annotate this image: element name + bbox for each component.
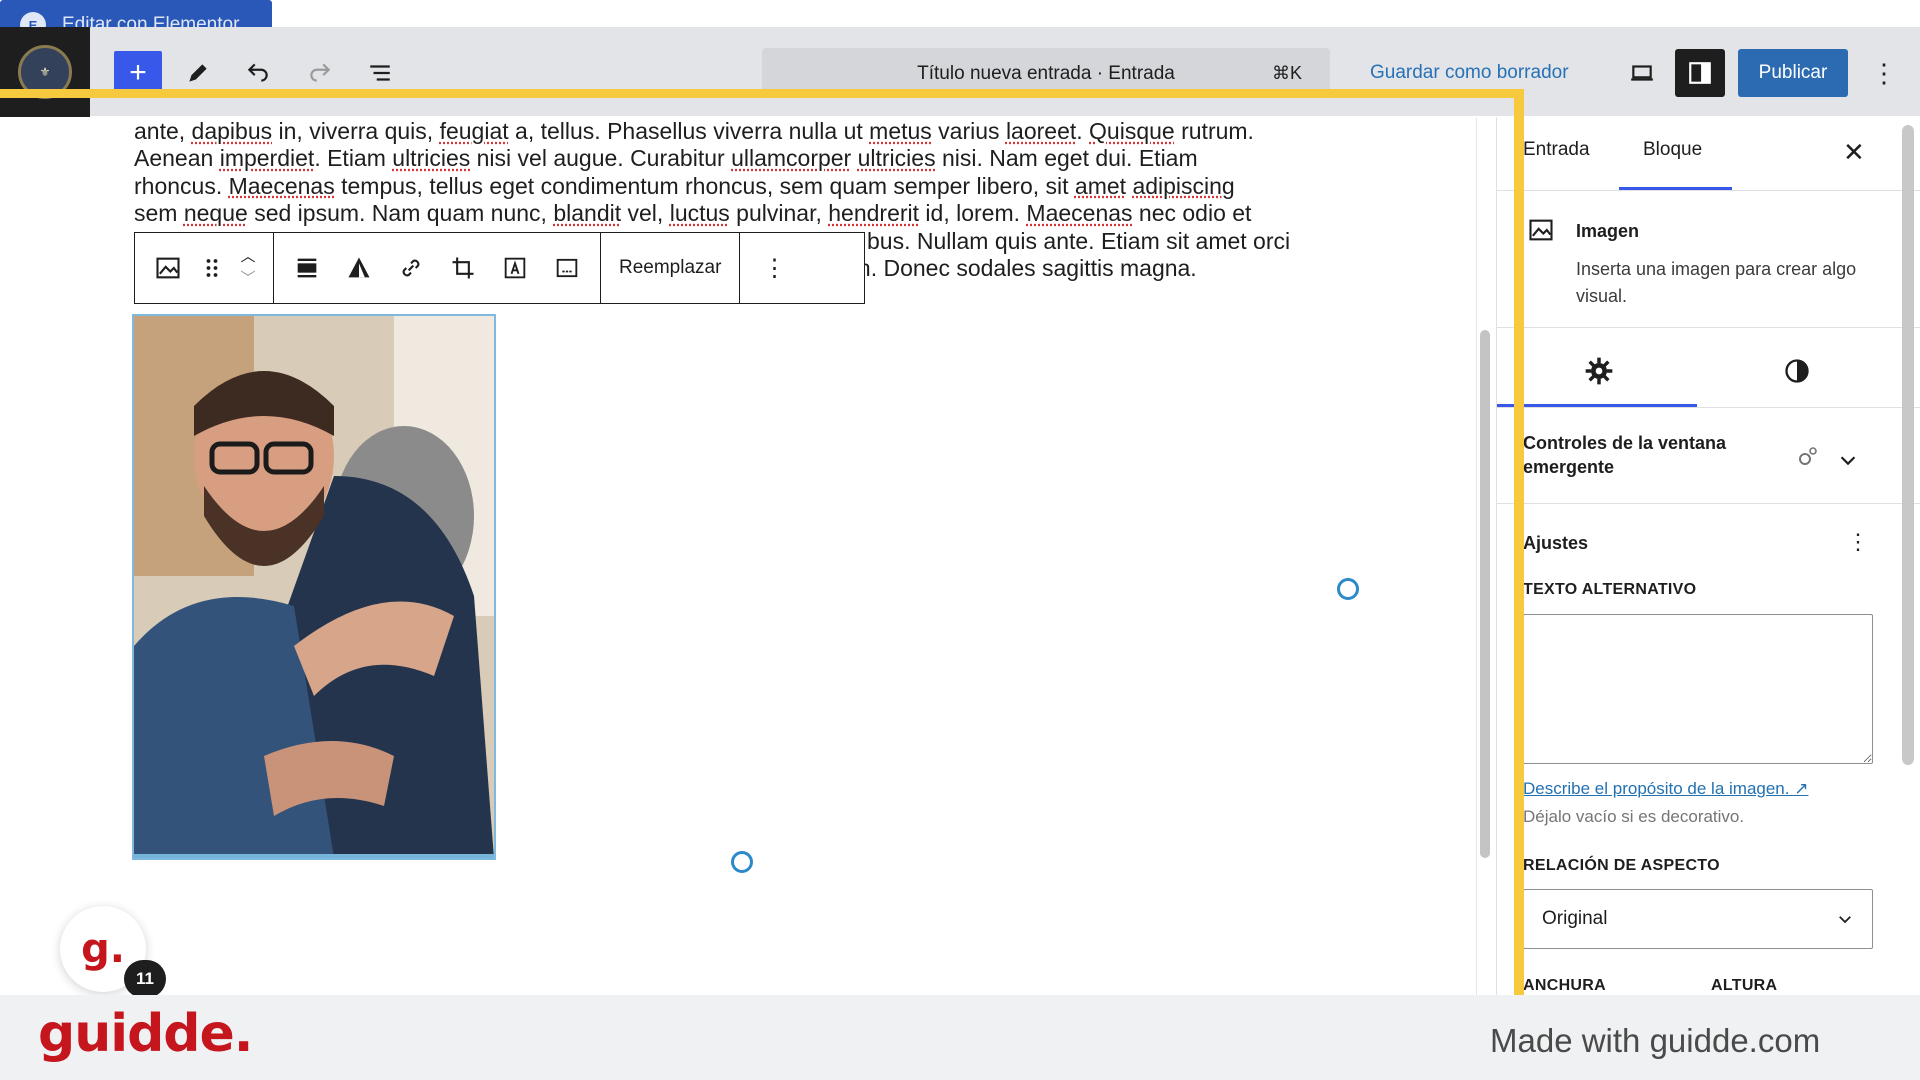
caption-icon[interactable] [544,245,590,291]
misspelled-word: ullamcorper [731,145,852,172]
image-selection-bar [134,854,494,858]
misspelled-word: blandit [553,200,622,227]
settings-gear-icon[interactable] [1583,355,1615,387]
made-with-guidde: Made with guidde.com [1490,1022,1821,1059]
aspect-ratio-value: Original [1542,908,1608,929]
sidebar-scrollbar-thumb[interactable] [1902,125,1914,765]
misspelled-word: dapibus [191,118,273,144]
misspelled-word: neque [183,200,248,227]
describe-purpose-link[interactable]: Describe el propósito de la imagen. ↗ [1523,779,1808,799]
step-count-badge: 11 [124,960,166,998]
misspelled-word: imperdiet [219,145,315,172]
misspelled-word: adipiscing [1132,172,1235,199]
page: ⚜ + E Editar con Elementor Título nueva … [0,0,1920,1080]
close-sidebar-button[interactable]: ✕ [1843,137,1865,168]
guidde-brand-logo: guidde. [38,1004,254,1064]
site-logo[interactable]: ⚜ [0,27,90,117]
alt-text-help: Déjalo vacío si es decorativo. [1523,807,1745,826]
align-icon[interactable] [284,245,330,291]
save-draft-button[interactable]: Guardar como borrador [1370,62,1569,84]
misspelled-word: feugiat [439,118,509,144]
editor-scrollbar-thumb[interactable] [1480,330,1490,858]
subtab-divider [1497,407,1920,408]
paragraph-line: rhoncus. Maecenas tempus, tellus eget co… [134,172,1235,199]
styles-contrast-icon[interactable] [1783,357,1811,385]
misspelled-word: Quisque [1089,118,1175,144]
block-card-description: Inserta una imagen para crear algo visua… [1576,259,1857,306]
preview-button[interactable] [1618,51,1666,95]
paragraph-line: Aenean imperdiet. Etiam ultricies nisi v… [134,145,1198,172]
tab-block[interactable]: Bloque [1643,139,1702,161]
redo-icon [310,63,331,82]
misspelled-word: metus [869,118,932,144]
chevron-down-icon [1839,916,1851,924]
move-up-button[interactable]: ︿ [240,246,255,268]
drag-handle-icon[interactable] [197,245,227,291]
popup-cog-icon [1799,447,1817,465]
desktop-preview-icon [1631,65,1653,81]
misspelled-word: hendrerit [828,200,920,227]
image-block[interactable] [132,314,496,860]
aspect-ratio-select[interactable]: Original [1523,889,1873,949]
misspelled-word: laoreet [1005,118,1077,144]
command-shortcut: ⌘K [1271,63,1302,83]
image-resize-handle-bottom[interactable] [731,851,753,873]
block-options-button[interactable]: ⋮ [762,254,786,283]
options-menu-button[interactable]: ⋮ [1870,50,1898,96]
settings-panel-menu-button[interactable]: ⋮ [1847,529,1869,555]
document-title: Título nueva entrada · Entrada [917,63,1175,84]
misspelled-word: Maecenas [228,172,335,199]
block-toolbar: ︿ ﹀ Reemplazar ⋮ [134,232,865,304]
publish-button[interactable]: Publicar [1738,49,1848,97]
image-resize-handle-right[interactable] [1337,578,1359,600]
settings-panel-toggle[interactable] [1675,49,1725,97]
width-label: ANCHURA [1523,977,1606,994]
highlight-frame-right [1514,89,1524,995]
crop-icon[interactable] [440,245,486,291]
highlight-frame-top [0,89,1524,98]
misspelled-word: ultricies [392,145,471,172]
chevron-down-icon[interactable] [1837,449,1859,471]
block-toolbar-group-tools [274,233,601,303]
alt-text-input[interactable] [1523,614,1873,764]
image-icon [1529,219,1553,241]
list-view-icon [370,65,390,81]
sidebar-tabs-divider [1497,190,1920,191]
popup-controls-panel-title[interactable]: Controles de la ventana emergente [1523,431,1783,479]
misspelled-word: luctus [669,200,730,227]
text-overlay-icon[interactable] [492,245,538,291]
height-label: ALTURA [1711,977,1778,994]
block-toolbar-group-replace: Reemplazar [601,233,741,303]
image-block-icon[interactable] [145,245,191,291]
settings-panel-title: Ajustes [1523,533,1589,553]
settings-sidebar: Entrada Bloque ✕ Imagen Inserta una imag… [1496,117,1920,997]
paragraph-line: sem neque sed ipsum. Nam quam nunc, blan… [134,200,1252,227]
popup-panel-divider [1497,503,1920,504]
sidebar-toggle-icon [1689,62,1711,84]
aspect-ratio-label: RELACIÓN DE ASPECTO [1523,857,1720,874]
block-card-title: Imagen [1576,221,1640,241]
hug-photo [134,316,494,858]
block-card-divider [1497,327,1920,328]
duotone-filter-icon[interactable] [336,245,382,291]
move-down-button[interactable]: ﹀ [240,268,255,290]
link-icon[interactable] [388,245,434,291]
undo-icon [247,63,268,82]
block-toolbar-group-type: ︿ ﹀ [135,233,274,303]
tab-post[interactable]: Entrada [1523,139,1590,161]
move-block-arrows: ︿ ﹀ [233,240,263,296]
misspelled-word: Maecenas [1026,200,1133,227]
paragraph-line: ante, dapibus in, viverra quis, feugiat … [134,118,1254,144]
misspelled-word: ultricies [857,145,936,172]
misspelled-word: amet [1074,172,1127,199]
replace-button[interactable]: Reemplazar [611,257,729,279]
block-toolbar-group-more: ⋮ [740,233,808,303]
pen-icon [189,64,207,82]
alt-text-label: TEXTO ALTERNATIVO [1523,581,1697,598]
